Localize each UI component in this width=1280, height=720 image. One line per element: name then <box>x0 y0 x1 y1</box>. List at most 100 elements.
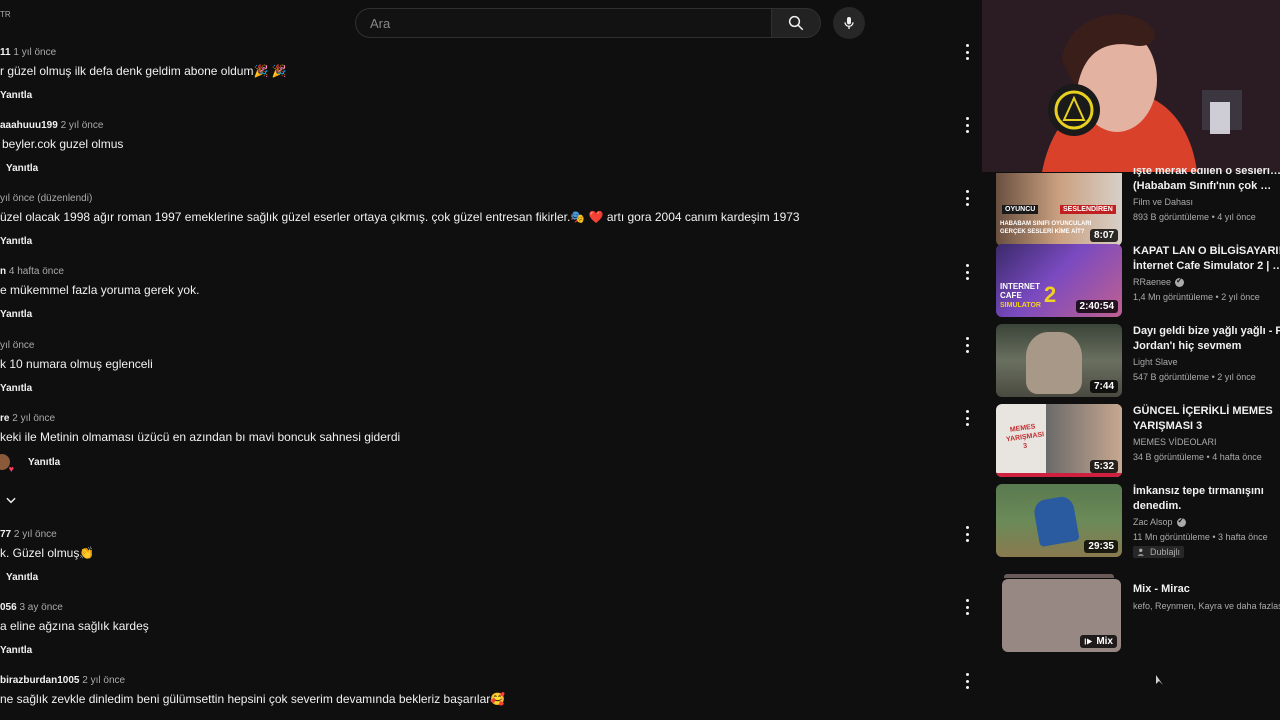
comment-item: birazburdan1005 2 yıl önce ne sağlık zev… <box>0 675 980 706</box>
video-title-line[interactable]: GÜNCEL İÇERİKLİ MEMES <box>1133 404 1280 419</box>
comment-menu-icon[interactable] <box>962 44 972 60</box>
comment-text: ne sağlık zevkle dinledim beni gülümsett… <box>0 692 506 706</box>
mix-artists: kefo, Reynmen, Kayra ve daha fazlası <box>1133 601 1280 611</box>
video-thumbnail[interactable]: INTERNET CAFE SIMULATOR 2 2:40:54 <box>996 244 1122 317</box>
channel-row: RRaenee <box>1133 276 1280 287</box>
reply-button[interactable]: Yanıtla <box>28 457 60 468</box>
video-duration: 8:07 <box>1089 229 1118 242</box>
reply-button[interactable]: Yanıtla <box>0 236 980 247</box>
video-title-line[interactable]: Jordan'ı hiç sevmem <box>1133 339 1280 354</box>
reply-button[interactable]: Yanıtla <box>0 572 980 583</box>
comment-time[interactable]: 3 ay önce <box>19 602 62 613</box>
channel-name[interactable]: MEMES VİDEOLARI <box>1133 437 1280 447</box>
comment-time[interactable]: yıl önce <box>0 340 34 351</box>
video-duration: 29:35 <box>1084 540 1118 553</box>
video-meta: Mix - Mirac kefo, Reynmen, Kayra ve daha… <box>1133 582 1280 611</box>
channel-name[interactable]: Film ve Dahası <box>1133 197 1280 207</box>
video-thumbnail[interactable]: MEMES YARIŞMASI 3 5:32 <box>996 404 1122 477</box>
comment-text: e mükemmel fazla yoruma gerek yok. <box>0 283 200 297</box>
thumbnail-bar <box>996 473 1122 477</box>
reply-row: Yanıtla <box>0 454 980 474</box>
thumbnail-label: INTERNET CAFE <box>1000 282 1040 300</box>
video-stats: 11 Mn görüntüleme • 3 hafta önce <box>1133 532 1268 542</box>
thumbnail-caption: HABABAM SINIFI OYUNCULARI <box>1000 221 1092 227</box>
thumbnail-face <box>1026 332 1082 394</box>
thumbnail-label: SESLENDİREN <box>1060 205 1116 214</box>
comment-author[interactable]: 056 <box>0 602 17 613</box>
person-voice-icon <box>1137 548 1144 556</box>
video-stats: 34 B görüntüleme • 4 hafta önce <box>1133 452 1262 462</box>
comment-menu-icon[interactable] <box>962 410 972 426</box>
video-thumbnail[interactable]: OYUNCU SESLENDİREN HABABAM SINIFI OYUNCU… <box>996 173 1122 246</box>
expand-replies-button[interactable] <box>4 493 18 512</box>
mix-title[interactable]: Mix - Mirac <box>1133 582 1280 597</box>
comment-time[interactable]: 1 yıl önce <box>13 47 56 58</box>
comment-item: 11 1 yıl önce r güzel olmuş ilk defa den… <box>0 47 980 101</box>
comment-author[interactable]: aaahuuu199 <box>0 120 58 131</box>
comments-section: 11 1 yıl önce r güzel olmuş ilk defa den… <box>0 0 980 720</box>
thumbnail-label: OYUNCU <box>1002 205 1039 214</box>
comment-text: r güzel olmuş ilk defa denk geldim abone… <box>0 64 287 78</box>
video-thumbnail[interactable]: 7:44 <box>996 324 1122 397</box>
dubbed-badge: Dublajlı <box>1133 546 1185 558</box>
comment-time[interactable]: 2 yıl önce <box>12 413 55 424</box>
reply-button[interactable]: Yanıtla <box>0 383 980 394</box>
comment-menu-icon[interactable] <box>962 337 972 353</box>
thumbnail-caption: GERÇEK SESLERİ KİME AİT? <box>1000 229 1085 235</box>
video-title-line[interactable]: İmkansız tepe tırmanışını <box>1133 484 1280 499</box>
video-duration: 7:44 <box>1089 380 1118 393</box>
comment-item: yıl önce (düzenlendi) üzel olacak 1998 a… <box>0 193 980 247</box>
comment-item: 056 3 ay önce a eline ağzına sağlık kard… <box>0 602 980 656</box>
comment-menu-icon[interactable] <box>962 117 972 133</box>
channel-row: Zac Alsop <box>1133 516 1280 527</box>
reply-button[interactable]: Yanıtla <box>0 309 980 320</box>
comment-author[interactable]: 11 <box>0 47 11 58</box>
channel-name[interactable]: RRaenee <box>1133 277 1171 287</box>
video-meta: Dayı geldi bize yağlı yağlı - Full Jorda… <box>1133 324 1280 382</box>
video-stats: 893 B görüntüleme • 4 yıl önce <box>1133 212 1256 222</box>
comment-menu-icon[interactable] <box>962 673 972 689</box>
thumbnail-label: SIMULATOR <box>1000 302 1041 309</box>
channel-name[interactable]: Light Slave <box>1133 357 1280 367</box>
video-title-line[interactable]: KAPAT LAN O BİLGİSAYARI! | <box>1133 244 1280 259</box>
video-title-line[interactable]: İnternet Cafe Simulator 2 | … <box>1133 259 1280 274</box>
comment-menu-icon[interactable] <box>962 526 972 542</box>
comment-time[interactable]: 2 yıl önce <box>14 529 57 540</box>
mouse-cursor-icon <box>1156 675 1163 685</box>
video-title-line[interactable]: Dayı geldi bize yağlı yağlı - Full <box>1133 324 1280 339</box>
video-thumbnail[interactable]: 29:35 <box>996 484 1122 557</box>
video-meta: KAPAT LAN O BİLGİSAYARI! | İnternet Cafe… <box>1133 244 1280 302</box>
comment-text: üzel olacak 1998 ağır roman 1997 emekler… <box>0 210 800 224</box>
comment-author[interactable]: birazburdan1005 <box>0 675 79 686</box>
video-meta: İmkansız tepe tırmanışını denedim. Zac A… <box>1133 484 1280 562</box>
reply-button[interactable]: Yanıtla <box>0 90 980 101</box>
comment-menu-icon[interactable] <box>962 190 972 206</box>
comment-author[interactable]: re <box>0 413 9 424</box>
playlist-play-icon <box>1085 638 1093 645</box>
comment-time[interactable]: 2 yıl önce <box>82 675 125 686</box>
video-title-line[interactable]: İşte merak edilen o sesleri… <box>1133 168 1280 179</box>
video-title-line[interactable]: denedim. <box>1133 499 1280 514</box>
comment-time[interactable]: 4 hafta önce <box>9 266 64 277</box>
comment-time[interactable]: 2 yıl önce <box>61 120 104 131</box>
mix-thumbnail[interactable]: Mix <box>1002 579 1121 652</box>
verified-icon <box>1175 276 1185 287</box>
webcam-overlay <box>982 0 1280 172</box>
reply-button[interactable]: Yanıtla <box>0 645 980 656</box>
verified-icon <box>1176 516 1186 527</box>
comment-item: aaahuuu199 2 yıl önce beyler.cok guzel o… <box>0 120 980 174</box>
channel-name[interactable]: Zac Alsop <box>1133 517 1173 527</box>
comment-time[interactable]: yıl önce (düzenlendi) <box>0 193 92 204</box>
creator-heart-icon <box>0 454 14 474</box>
comment-author[interactable]: 77 <box>0 529 11 540</box>
thumbnail-rider <box>1032 494 1080 548</box>
video-title-line[interactable]: (Hababam Sınıfı'nın çok … <box>1133 179 1280 194</box>
comment-menu-icon[interactable] <box>962 599 972 615</box>
comment-menu-icon[interactable] <box>962 264 972 280</box>
comment-author[interactable]: n <box>0 266 6 277</box>
reply-button[interactable]: Yanıtla <box>0 163 980 174</box>
video-title-line[interactable]: YARIŞMASI 3 <box>1133 419 1280 434</box>
video-stats: 547 B görüntüleme • 2 yıl önce <box>1133 372 1256 382</box>
video-meta: GÜNCEL İÇERİKLİ MEMES YARIŞMASI 3 MEMES … <box>1133 404 1280 462</box>
chevron-down-icon <box>6 497 16 504</box>
